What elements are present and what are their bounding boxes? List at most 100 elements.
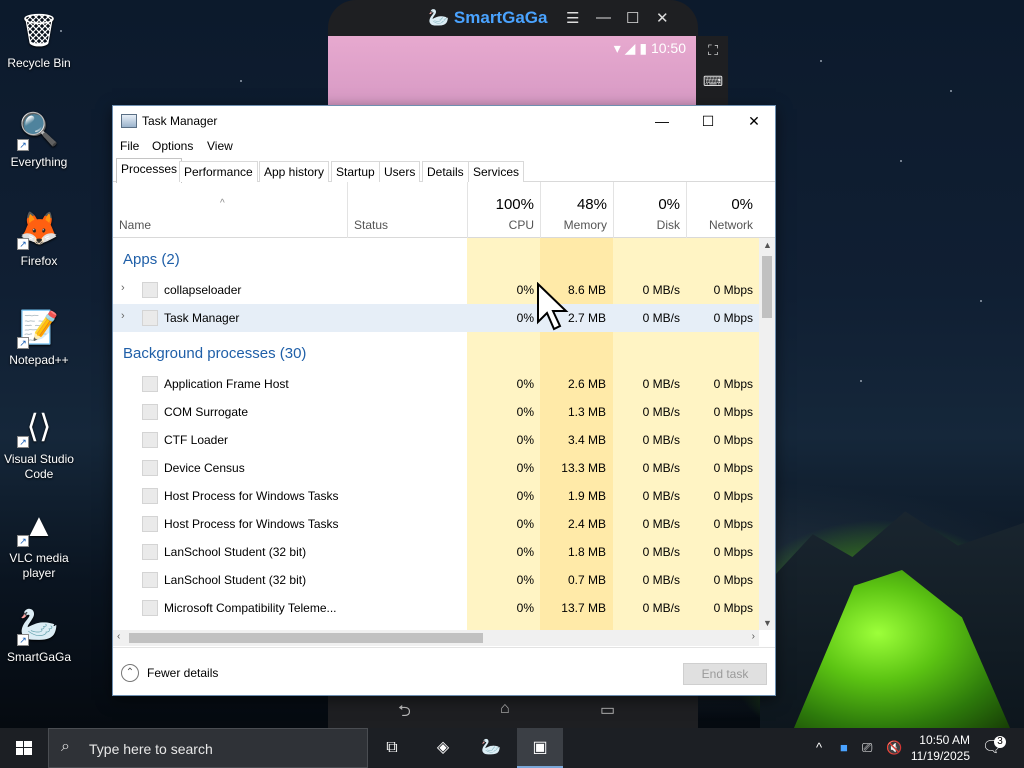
- column-memory[interactable]: 48% Memory: [540, 182, 613, 238]
- scroll-up-icon[interactable]: ▲: [763, 240, 772, 250]
- smartgaga-icon: 🦢 ↗: [17, 602, 61, 646]
- clock-date: 11/19/2025: [910, 749, 970, 763]
- scroll-down-icon[interactable]: ▼: [763, 618, 772, 628]
- emulator-screen[interactable]: ▾ ◢ ▮ 10:50: [328, 36, 696, 106]
- tab-users[interactable]: Users: [379, 161, 421, 182]
- hamburger-menu-icon[interactable]: ☰: [566, 9, 579, 27]
- minimize-button[interactable]: —: [639, 106, 685, 136]
- process-icon: [142, 516, 158, 532]
- vertical-scrollbar[interactable]: ▲ ▼: [759, 238, 775, 630]
- process-row[interactable]: Microsoft Compatibility Teleme... 0% 13.7 …: [113, 594, 759, 622]
- column-status-header[interactable]: Status: [347, 182, 467, 238]
- desktop-icon-recycle-bin[interactable]: 🗑 Recycle Bin: [0, 8, 78, 71]
- show-hidden-icons-chevron-icon[interactable]: ^: [816, 728, 822, 768]
- process-memory: 1.3 MB: [567, 405, 606, 419]
- close-button[interactable]: ✕: [656, 9, 669, 27]
- maximize-button[interactable]: ☐: [626, 9, 639, 27]
- desktop-icon-smartgaga[interactable]: 🦢 ↗ SmartGaGa: [0, 602, 78, 665]
- taskbar-app-collapseloader-icon[interactable]: ◈: [420, 728, 466, 768]
- desktop-icon-everything-search[interactable]: 🔍 ↗ Everything: [0, 107, 78, 170]
- expand-chevron-icon[interactable]: ›: [121, 310, 125, 322]
- taskbar-search[interactable]: ⌕ Type here to search: [48, 728, 368, 768]
- menu-view[interactable]: View: [207, 139, 233, 153]
- close-button[interactable]: ✕: [731, 106, 777, 136]
- disk-percent: 0%: [658, 196, 680, 213]
- process-memory: 2.6 MB: [567, 377, 606, 391]
- desktop-icon-vlc[interactable]: ▲ ↗ VLC media player: [0, 503, 78, 581]
- everything-search-icon: 🔍 ↗: [17, 107, 61, 151]
- process-row[interactable]: Device Census 0% 13.3 MB 0 MB/s 0 Mbps: [113, 454, 759, 482]
- desktop-icon-label: SmartGaGa: [6, 650, 72, 664]
- process-network: 0 Mbps: [713, 311, 753, 325]
- shortcut-arrow-icon: ↗: [17, 535, 29, 547]
- desktop-icon-vscode[interactable]: ⟨⟩ ↗ Visual Studio Code: [0, 404, 78, 482]
- volume-muted-icon[interactable]: 🔇: [886, 728, 902, 768]
- task-view-icon[interactable]: ⧉: [369, 728, 415, 768]
- tab-strip: Processes Performance App history Startu…: [113, 158, 775, 183]
- taskbar-task-manager-icon[interactable]: ▣: [517, 728, 563, 768]
- fewer-details-button[interactable]: ⌃ Fewer details: [121, 664, 218, 682]
- process-row[interactable]: Host Process for Windows Tasks 0% 2.4 MB 0 …: [113, 510, 759, 538]
- column-cpu[interactable]: 100% CPU: [467, 182, 540, 238]
- process-row[interactable]: › Task Manager 0% 2.7 MB 0 MB/s 0 Mbps: [113, 304, 759, 332]
- fullscreen-icon[interactable]: ⛶: [698, 42, 728, 59]
- process-row[interactable]: LanSchool Student (32 bit) 0% 0.7 MB 0 MB/s…: [113, 566, 759, 594]
- desktop-icon-label: VLC media player: [9, 551, 69, 580]
- menu-file[interactable]: File: [120, 139, 139, 153]
- process-cpu: 0%: [516, 601, 534, 615]
- tab-details[interactable]: Details: [422, 161, 469, 182]
- process-row[interactable]: CTF Loader 0% 3.4 MB 0 MB/s 0 Mbps: [113, 426, 759, 454]
- emulator-titlebar: 🦢 SmartGaGa ☰ — ☐ ✕: [328, 0, 698, 36]
- tab-app-history[interactable]: App history: [259, 161, 330, 182]
- maximize-button[interactable]: ☐: [685, 106, 731, 136]
- shortcut-arrow-icon: ↗: [17, 634, 29, 646]
- process-disk: 0 MB/s: [642, 517, 680, 531]
- home-nav-icon[interactable]: ⌂: [500, 700, 510, 718]
- scroll-right-icon[interactable]: ›: [752, 631, 755, 642]
- process-disk: 0 MB/s: [642, 461, 680, 475]
- process-row[interactable]: Host Process for Windows Tasks 0% 1.9 MB 0 …: [113, 482, 759, 510]
- tab-processes[interactable]: Processes: [116, 158, 183, 183]
- notification-count-badge: 3: [994, 736, 1006, 748]
- tab-services[interactable]: Services: [468, 161, 525, 182]
- expand-chevron-icon[interactable]: ›: [121, 282, 125, 294]
- process-row[interactable]: › collapseloader 0% 8.6 MB 0 MB/s 0 Mbps: [113, 276, 759, 304]
- scroll-left-icon[interactable]: ‹: [117, 631, 120, 642]
- horizontal-scrollbar[interactable]: ‹ ›: [113, 630, 759, 646]
- tray-app-icon[interactable]: ■: [840, 728, 848, 768]
- process-network: 0 Mbps: [713, 573, 753, 587]
- process-row[interactable]: LanSchool Student (32 bit) 0% 1.8 MB 0 MB/s…: [113, 538, 759, 566]
- process-network: 0 Mbps: [713, 545, 753, 559]
- process-row[interactable]: Application Frame Host 0% 2.6 MB 0 MB/s 0 Mb…: [113, 370, 759, 398]
- keyboard-icon[interactable]: ⌨: [698, 73, 728, 90]
- process-memory: 1.9 MB: [567, 489, 606, 503]
- process-disk: 0 MB/s: [642, 433, 680, 447]
- recents-nav-icon[interactable]: ▭: [600, 700, 615, 720]
- start-button[interactable]: [0, 728, 48, 768]
- action-center-icon[interactable]: 🗨 3: [982, 728, 1006, 768]
- taskbar-smartgaga-icon[interactable]: 🦢: [468, 728, 514, 768]
- shortcut-arrow-icon: ↗: [17, 139, 29, 151]
- minimize-button[interactable]: —: [596, 9, 611, 26]
- shortcut-arrow-icon: ↗: [17, 436, 29, 448]
- back-nav-icon[interactable]: ⮌: [398, 700, 411, 727]
- process-disk: 0 MB/s: [642, 545, 680, 559]
- windows-logo-icon: [16, 741, 32, 755]
- group-background: Background processes (30): [123, 345, 307, 362]
- desktop-icon-notepad-plus-plus[interactable]: 📝 ↗ Notepad++: [0, 305, 78, 368]
- tab-performance[interactable]: Performance: [179, 161, 258, 182]
- desktop-icon-firefox[interactable]: 🦊 ↗ Firefox: [0, 206, 78, 269]
- fewer-details-label: Fewer details: [147, 666, 219, 680]
- column-disk[interactable]: 0% Disk: [613, 182, 686, 238]
- process-row[interactable]: COM Surrogate 0% 1.3 MB 0 MB/s 0 Mbps: [113, 398, 759, 426]
- column-network[interactable]: 0% Network: [686, 182, 759, 238]
- hscroll-thumb[interactable]: [129, 633, 483, 643]
- menu-options[interactable]: Options: [152, 139, 193, 153]
- process-list: Apps (2) › collapseloader 0% 8.6 MB 0 MB/s 0 …: [113, 238, 759, 630]
- network-icon[interactable]: ⎚: [862, 728, 872, 768]
- column-name[interactable]: Name: [119, 218, 151, 232]
- scroll-thumb[interactable]: [762, 256, 772, 318]
- end-task-button[interactable]: End task: [683, 663, 767, 685]
- taskbar-clock[interactable]: 10:50 AM 11/19/2025: [911, 732, 970, 764]
- tab-startup[interactable]: Startup: [331, 161, 380, 182]
